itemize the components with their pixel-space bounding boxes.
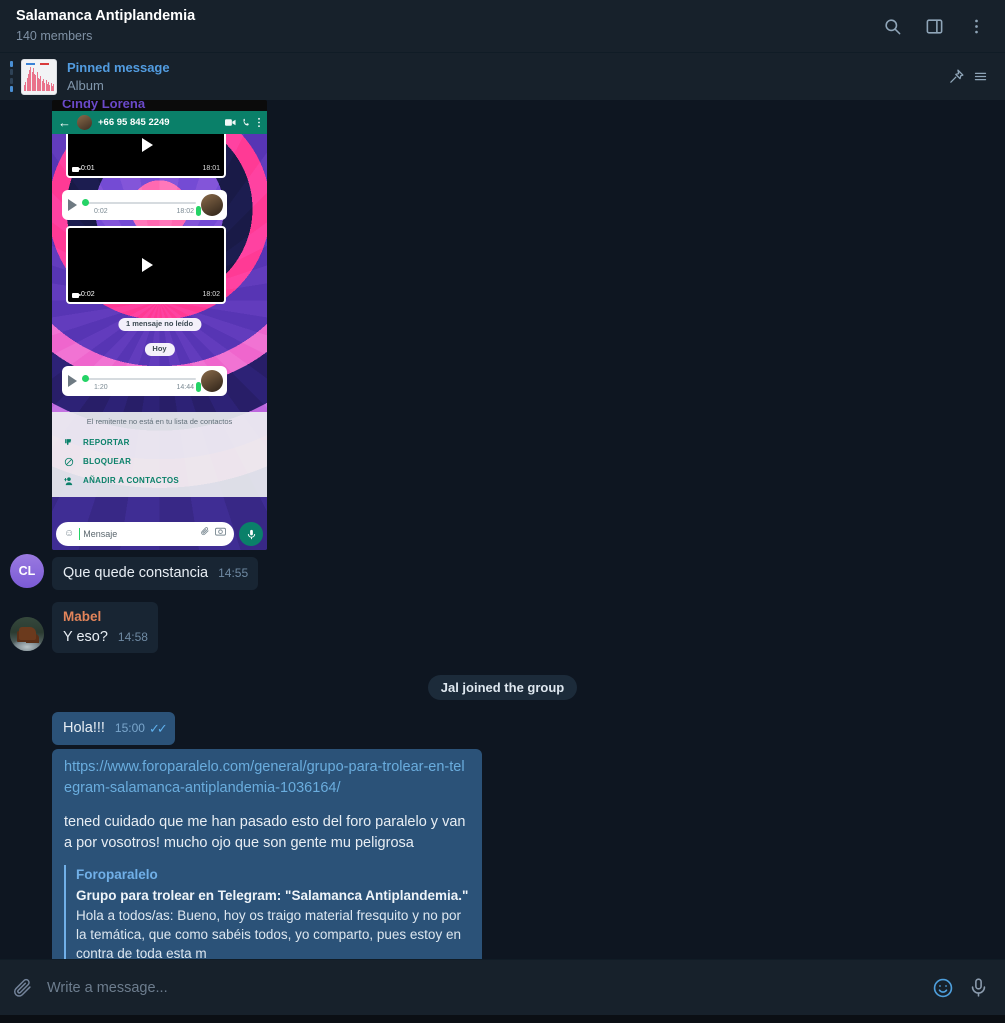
report-action: REPORTAR: [52, 433, 267, 452]
pinned-message-thumbnail: [21, 58, 57, 95]
message-composer: Write a message...: [0, 959, 1005, 1015]
message-scroll-area: Cindy Lorena ← +66 95 845 2249 0:01 18:0…: [0, 100, 1005, 959]
whatsapp-menu-icon: [257, 117, 261, 128]
whatsapp-input-bar: ☺ Mensaje: [56, 522, 263, 546]
message-text: Que quede constancia: [63, 565, 209, 582]
header-actions: [881, 15, 991, 37]
message-row: https://www.foroparalelo.com/general/gru…: [0, 749, 1005, 959]
outgoing-message[interactable]: Hola!!! 15:00 ✓✓: [52, 712, 175, 746]
notice-text: El remitente no está en tu lista de cont…: [86, 417, 233, 426]
voice-message-2: 1:20 14:44: [62, 366, 227, 396]
attach-icon: [200, 526, 210, 541]
pinned-list-icon[interactable]: [969, 66, 991, 88]
date-pill: Hoy: [144, 343, 175, 356]
service-message: Jal joined the group: [0, 675, 1005, 701]
voice-sender-avatar: [196, 370, 223, 392]
message-meta: 14:55: [218, 565, 248, 582]
photo-message[interactable]: Cindy Lorena ← +66 95 845 2249 0:01 18:0…: [52, 100, 267, 550]
voice-message-1: 0:02 18:02: [62, 190, 227, 220]
service-message-text: Jal joined the group: [427, 675, 578, 701]
avatar[interactable]: CL: [10, 554, 44, 588]
video-message-2: 0:02 18:02: [66, 226, 226, 304]
unpin-icon[interactable]: [945, 66, 967, 88]
message-input[interactable]: Write a message...: [47, 980, 918, 996]
link-preview-title: Grupo para trolear en Telegram: "Salaman…: [76, 887, 469, 903]
chat-header: Salamanca Antiplandemia 140 members: [0, 0, 1005, 52]
unread-divider-pill: 1 mensaje no leído: [117, 318, 202, 331]
chat-header-info[interactable]: Salamanca Antiplandemia 140 members: [16, 7, 881, 44]
play-icon: [68, 375, 77, 387]
microphone-icon[interactable]: [968, 977, 989, 998]
search-icon[interactable]: [881, 15, 903, 37]
block-action: BLOQUEAR: [52, 452, 267, 471]
bottom-bar: [0, 1015, 1005, 1023]
whatsapp-contact-number: +66 95 845 2249: [98, 116, 170, 128]
record-voice-button: [239, 522, 263, 546]
emoji-icon[interactable]: [932, 977, 954, 999]
sidebar-toggle-icon[interactable]: [923, 15, 945, 37]
add-contact-action: AÑADIR A CONTACTOS: [52, 471, 267, 490]
telegram-window: Salamanca Antiplandemia 140 members Pinn…: [0, 0, 1005, 1023]
link-preview[interactable]: Foroparalelo Grupo para trolear en Teleg…: [64, 865, 470, 959]
message-text: Y eso?: [63, 628, 108, 645]
pinned-message-text: Pinned message Album: [67, 59, 945, 94]
whatsapp-input-placeholder: Mensaje: [79, 527, 195, 541]
message-sender[interactable]: Mabel: [63, 608, 148, 627]
back-arrow-icon: ←: [58, 115, 71, 130]
read-receipt-icon: ✓✓: [148, 720, 168, 736]
incoming-message[interactable]: Que quede constancia 14:55: [52, 557, 259, 590]
message-link[interactable]: https://www.foroparalelo.com/general/gru…: [64, 757, 470, 798]
message-meta: 15:00 ✓✓: [114, 720, 168, 738]
avatar[interactable]: [10, 617, 44, 652]
message-row: CL Que quede constancia 14:55: [0, 554, 1005, 590]
whatsapp-chat-body: 0:01 18:01 0:02 18:02 0:02 18:02 1 mensa…: [52, 112, 267, 550]
video-call-icon: [225, 118, 236, 127]
message-list[interactable]: Cindy Lorena ← +66 95 845 2249 0:01 18:0…: [0, 100, 1005, 959]
pinned-actions: [945, 66, 991, 88]
whatsapp-screenshot: Cindy Lorena ← +66 95 845 2249 0:01 18:0…: [52, 100, 267, 550]
whatsapp-contact-avatar: [77, 115, 92, 130]
more-options-icon[interactable]: [965, 15, 987, 37]
message-row-photo: Cindy Lorena ← +66 95 845 2249 0:01 18:0…: [0, 100, 1005, 550]
voice-call-icon: [242, 118, 251, 127]
pinned-message-description: Album: [67, 77, 104, 93]
pinned-message-bar[interactable]: Pinned message Album: [0, 52, 1005, 100]
timestamp: 14:58: [117, 629, 148, 644]
camera-icon: [215, 526, 226, 541]
link-preview-site: Foroparalelo: [76, 867, 158, 883]
pinned-message-label: Pinned message: [67, 59, 170, 75]
message-meta: 14:58: [118, 629, 148, 646]
whatsapp-header: ← +66 95 845 2249: [52, 111, 267, 134]
unknown-sender-notice: El remitente no está en tu lista de cont…: [52, 412, 267, 497]
thumbs-down-icon: [62, 438, 75, 447]
add-person-icon: [62, 476, 75, 486]
play-icon: [68, 199, 77, 211]
message-text: tened cuidado que me han pasado esto del…: [64, 814, 466, 851]
member-count: 140 members: [16, 28, 93, 43]
paperclip-icon[interactable]: [12, 977, 33, 998]
emoji-icon: ☺: [64, 527, 75, 539]
timestamp: 15:00: [114, 721, 145, 736]
block-icon: [62, 457, 75, 467]
pinned-indicator: [10, 60, 13, 93]
voice-sender-avatar: [196, 194, 223, 216]
whatsapp-message-field: ☺ Mensaje: [56, 522, 234, 546]
page-title: Salamanca Antiplandemia: [16, 8, 196, 25]
message-row: Hola!!! 15:00 ✓✓: [0, 712, 1005, 746]
message-text: Hola!!!: [63, 720, 105, 737]
link-preview-description: Hola a todos/as: Bueno, hoy os traigo ma…: [76, 907, 461, 959]
incoming-message[interactable]: Mabel Y eso? 14:58: [52, 602, 158, 654]
outgoing-link-message[interactable]: https://www.foroparalelo.com/general/gru…: [52, 749, 482, 959]
message-row: Mabel Y eso? 14:58: [0, 602, 1005, 654]
timestamp: 14:55: [218, 566, 249, 581]
